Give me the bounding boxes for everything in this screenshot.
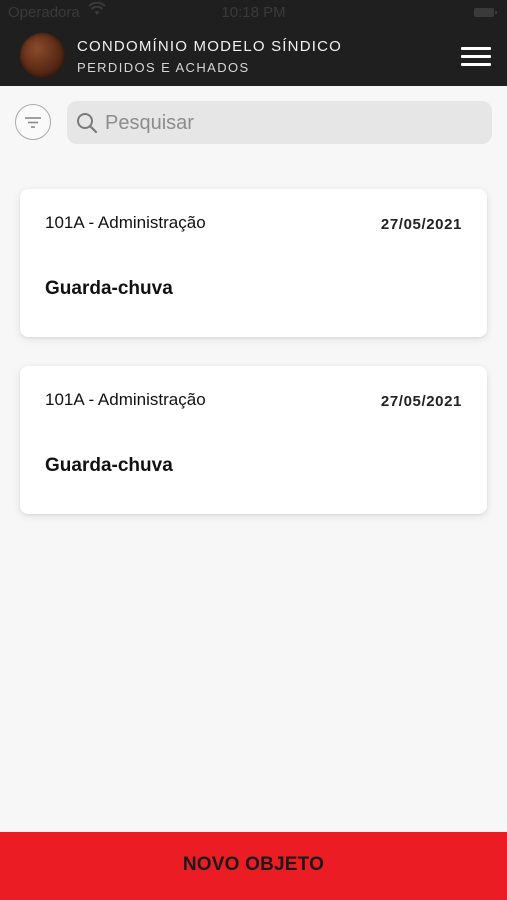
clock: 10:18 PM [221, 4, 286, 21]
new-object-label: NOVO OBJETO [182, 854, 325, 875]
page-title: CONDOMÍNIO MODELO SÍNDICO [77, 38, 343, 55]
hamburger-menu-icon[interactable] [461, 46, 492, 68]
search-icon [77, 113, 98, 134]
app-header: Operadora 10:18 PM CONDOMÍNIO MODELO SÍN… [0, 0, 507, 86]
status-bar: Operadora 10:18 PM [0, 0, 507, 26]
menu-line [461, 63, 491, 66]
menu-line [461, 55, 491, 58]
search-input[interactable] [103, 107, 487, 140]
item-date: 27/05/2021 [380, 393, 462, 410]
avatar[interactable] [20, 33, 65, 78]
battery-icon [474, 8, 497, 17]
item-name: Guarda-chuva [45, 278, 173, 299]
item-name: Guarda-chuva [45, 455, 173, 476]
item-date: 27/05/2021 [380, 216, 462, 233]
page-subtitle: PERDIDOS E ACHADOS [77, 60, 250, 75]
lost-item-card[interactable]: 101A - Administração 27/05/2021 Guarda-c… [20, 366, 487, 514]
lost-item-card[interactable]: 101A - Administração 27/05/2021 Guarda-c… [20, 189, 487, 337]
search-bar[interactable] [67, 101, 492, 144]
item-unit: 101A - Administração [45, 390, 206, 409]
filter-icon [25, 117, 41, 128]
item-unit: 101A - Administração [45, 213, 206, 232]
new-object-button[interactable]: NOVO OBJETO [0, 832, 507, 900]
menu-line [461, 47, 491, 50]
filter-button[interactable] [15, 104, 51, 140]
